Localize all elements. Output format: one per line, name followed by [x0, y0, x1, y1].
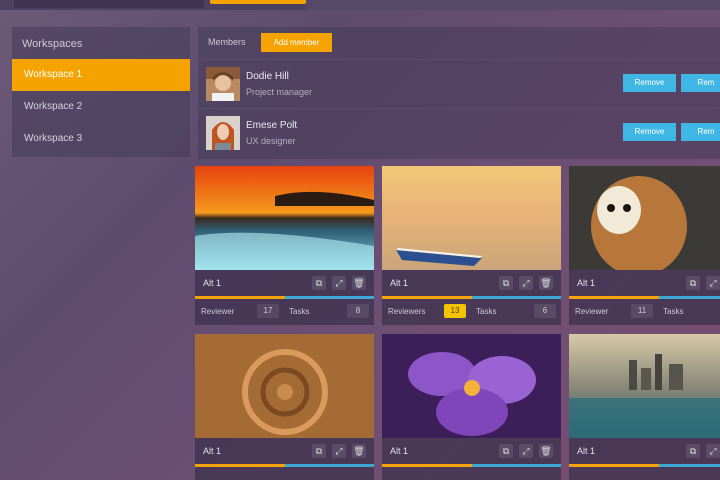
members-panel: Members Add member Dodie Hill Project ma… [198, 27, 720, 159]
card-title: Alt 1 [390, 278, 409, 288]
card-title: Alt 1 [577, 278, 596, 288]
member-role: Project manager [246, 87, 313, 97]
member-row: Emese Polt UX designer Remove Rem [198, 108, 720, 157]
expand-icon[interactable]: ⤢ [332, 276, 346, 290]
expand-icon[interactable]: ⤢ [519, 276, 533, 290]
card-title: Alt 1 [390, 446, 409, 456]
sidebar-item-workspace-3[interactable]: Workspace 3 [12, 123, 190, 155]
delete-icon[interactable]: 🗑 [539, 276, 553, 290]
tasks-label: Tasks [663, 307, 684, 316]
reviewers-count[interactable]: 13 [444, 304, 466, 318]
reviewers-count: 17 [257, 304, 279, 318]
expand-icon[interactable]: ⤢ [706, 276, 720, 290]
avatar [206, 67, 240, 101]
secondary-remove-button[interactable]: Rem [681, 123, 720, 141]
delete-icon[interactable]: 🗑 [539, 444, 553, 458]
progress-fill [195, 464, 285, 467]
image-card[interactable]: Alt 1 ⧉ ⤢ 🗑 Reviewers 13 Tasks 6 [382, 166, 561, 325]
tasks-count: 8 [347, 304, 369, 318]
top-bar-accent-tab[interactable] [210, 0, 306, 4]
copy-icon[interactable]: ⧉ [686, 276, 700, 290]
remove-member-button[interactable]: Remove [623, 123, 676, 141]
flower-image [382, 334, 561, 438]
card-caption: Alt 1 ⧉ ⤢ 🗑 [195, 438, 374, 464]
progress-fill [382, 464, 472, 467]
card-stats: Reviewer 11 Tasks [569, 299, 720, 323]
tasks-count: 6 [534, 304, 556, 318]
delete-icon[interactable]: 🗑 [352, 276, 366, 290]
members-header: Members Add member [198, 27, 720, 59]
workspace-sidebar: Workspaces Workspace 1 Workspace 2 Works… [12, 27, 190, 157]
card-title: Alt 1 [203, 446, 222, 456]
image-card[interactable]: Alt 1 ⧉ ⤢ 🗑 [382, 334, 561, 480]
copy-icon[interactable]: ⧉ [499, 276, 513, 290]
secondary-remove-button[interactable]: Rem [681, 74, 720, 92]
card-caption: Alt 1 ⧉ ⤢ 🗑 [382, 270, 561, 296]
top-bar-right [306, 0, 720, 10]
reviewers-label: Reviewer [575, 307, 609, 316]
card-title: Alt 1 [203, 278, 222, 288]
image-card[interactable]: Alt 1 ⧉ ⤢ Reviewer 11 Tasks [569, 166, 720, 325]
reviewers-label: Reviewer [201, 307, 235, 316]
copy-icon[interactable]: ⧉ [312, 276, 326, 290]
progress-bar [195, 464, 374, 467]
card-caption: Alt 1 ⧉ ⤢ [569, 270, 720, 296]
copy-icon[interactable]: ⧉ [499, 444, 513, 458]
expand-icon[interactable]: ⤢ [519, 444, 533, 458]
member-name: Emese Polt [246, 120, 298, 131]
reviewers-label: Reviewers [388, 307, 426, 316]
sidebar-item-workspace-1[interactable]: Workspace 1 [12, 59, 190, 91]
card-stats: Reviewers 13 Tasks 6 [382, 299, 561, 323]
city-waterfront-image [569, 334, 720, 438]
members-label: Members [208, 37, 246, 47]
progress-bar [569, 464, 720, 467]
tasks-label: Tasks [476, 307, 497, 316]
card-title: Alt 1 [577, 446, 596, 456]
reviewers-count: 11 [631, 304, 653, 318]
progress-fill [569, 464, 659, 467]
expand-icon[interactable]: ⤢ [332, 444, 346, 458]
owl-image [569, 166, 720, 270]
card-stats: Reviewer 17 Tasks 8 [195, 299, 374, 323]
sunset-sea-image [195, 166, 374, 270]
image-card[interactable]: Alt 1 ⧉ ⤢ [569, 334, 720, 480]
image-card[interactable]: Alt 1 ⧉ ⤢ 🗑 [195, 334, 374, 480]
sidebar-title: Workspaces [22, 38, 83, 50]
wood-image [195, 334, 374, 438]
add-member-button[interactable]: Add member [261, 33, 332, 52]
card-caption: Alt 1 ⧉ ⤢ 🗑 [382, 438, 561, 464]
member-row: Dodie Hill Project manager Remove Rem [198, 59, 720, 108]
avatar [206, 116, 240, 150]
remove-member-button[interactable]: Remove [623, 74, 676, 92]
delete-icon[interactable]: 🗑 [352, 444, 366, 458]
boat-image [382, 166, 561, 270]
image-card[interactable]: Alt 1 ⧉ ⤢ 🗑 Reviewer 17 Tasks 8 [195, 166, 374, 325]
copy-icon[interactable]: ⧉ [686, 444, 700, 458]
member-name: Dodie Hill [246, 71, 289, 82]
member-role: UX designer [246, 136, 296, 146]
card-caption: Alt 1 ⧉ ⤢ [569, 438, 720, 464]
sidebar-item-workspace-2[interactable]: Workspace 2 [12, 91, 190, 123]
expand-icon[interactable]: ⤢ [706, 444, 720, 458]
top-bar [0, 0, 720, 10]
top-bar-left [14, 0, 204, 8]
card-caption: Alt 1 ⧉ ⤢ 🗑 [195, 270, 374, 296]
progress-bar [382, 464, 561, 467]
copy-icon[interactable]: ⧉ [312, 444, 326, 458]
tasks-label: Tasks [289, 307, 310, 316]
